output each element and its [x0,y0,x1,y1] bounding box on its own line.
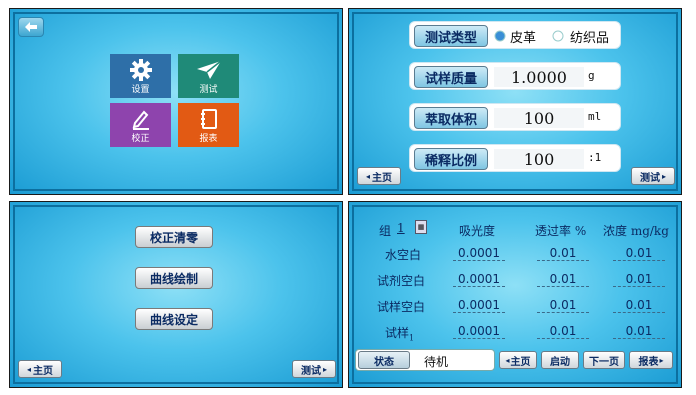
volume-label[interactable]: 萃取体积 [414,107,488,129]
volume-row: 萃取体积 100 ml [409,103,621,131]
zero-calibration-button[interactable]: 校正清零 [135,226,213,248]
transmittance-value: 0.01 [537,272,589,287]
sample-label: 试样 [385,326,410,340]
home-button[interactable]: ◂ 主页 [18,360,62,378]
transmittance-value: 0.01 [537,246,589,261]
radio-leather[interactable] [494,30,506,42]
notebook-icon [200,109,217,129]
home-button-label: 主页 [372,172,392,184]
tile-test-label: 测试 [199,85,218,95]
next-page-button[interactable]: 下一页 [583,351,625,369]
option-textile: 纺织品 [570,31,610,46]
transmittance-value: 0.01 [537,324,589,339]
concentration-value: 0.01 [613,272,665,287]
test-button[interactable]: 测试 ▸ [631,167,675,185]
test-panel: 组 1 ▦ 吸光度 透过率 % 浓度 mg/kg 水空白 0.0001 0.01… [348,201,682,388]
report-button-label: 报表 [638,356,659,368]
home-button[interactable]: ◂ 主页 [499,351,537,369]
mass-label[interactable]: 试样质量 [414,66,488,88]
tile-settings-label: 设置 [131,85,150,95]
concentration-value: 0.01 [613,298,665,313]
report-button[interactable]: 报表 ▸ [629,351,673,369]
header-concentration: 浓度 mg/kg [603,224,669,238]
row-label: 水空白 [385,248,422,262]
header-absorbance: 吸光度 [459,224,496,238]
home-button-label: 主页 [510,356,531,368]
keypad-icon[interactable]: ▦ [415,220,427,234]
left-arrow-icon: ◂ [26,364,31,374]
tile-settings[interactable]: 设置 [110,54,171,98]
row-label: 试样1 [385,324,414,342]
test-type-label[interactable]: 测试类型 [414,25,488,47]
row-label: 试剂空白 [377,274,426,288]
test-type-row: 测试类型 皮革 纺织品 [409,21,621,49]
mass-row: 试样质量 1.0000 g [409,62,621,90]
radio-textile[interactable] [552,30,564,42]
test-button-label: 测试 [639,172,660,184]
right-arrow-icon: ▸ [659,355,664,365]
mass-unit: g [588,69,595,82]
concentration-value: 0.01 [613,324,665,339]
row-label: 试样空白 [377,300,426,314]
pen-icon [132,110,149,130]
settings-panel: 测试类型 皮革 纺织品 试样质量 1.0000 g 萃取体积 100 ml 稀释… [348,8,682,195]
header-transmittance: 透过率 % [535,224,587,238]
paper-plane-icon [196,60,221,79]
absorbance-value: 0.0001 [453,272,505,287]
status-value: 待机 [424,355,449,369]
dilution-input[interactable]: 100 [494,149,584,169]
dilution-unit: :1 [588,151,602,164]
tile-test[interactable]: 测试 [178,54,239,98]
curve-plot-button[interactable]: 曲线绘制 [135,267,213,289]
curve-settings-button[interactable]: 曲线设定 [135,308,213,330]
tile-report-label: 报表 [199,134,218,144]
absorbance-value: 0.0001 [453,324,505,339]
absorbance-value: 0.0001 [453,298,505,313]
status-label: 状态 [358,351,410,369]
calibration-panel: 校正清零 曲线绘制 曲线设定 ◂ 主页 测试 ▸ [9,201,343,388]
left-arrow-icon: ◂ [365,171,370,181]
tile-calibration-label: 校正 [131,134,150,144]
home-button-label: 主页 [33,365,53,377]
right-arrow-icon: ▸ [322,364,327,374]
home-panel: 设置 测试 校正 报表 [9,8,343,195]
group-label: 组 [379,224,392,238]
right-arrow-icon: ▸ [661,171,666,181]
test-button[interactable]: 测试 ▸ [292,360,336,378]
concentration-value: 0.01 [613,246,665,261]
group-value[interactable]: 1 [397,221,405,235]
start-button[interactable]: 启动 [541,351,579,369]
volume-input[interactable]: 100 [494,108,584,128]
dilution-label[interactable]: 稀释比例 [414,148,488,170]
test-button-label: 测试 [300,365,321,377]
mass-input[interactable]: 1.0000 [494,67,584,87]
option-leather: 皮革 [510,31,537,46]
tile-report[interactable]: 报表 [178,103,239,147]
home-button[interactable]: ◂ 主页 [357,167,401,185]
dilution-row: 稀释比例 100 :1 [409,144,621,172]
back-button[interactable] [18,17,44,37]
tile-calibration[interactable]: 校正 [110,103,171,147]
back-arrow-icon [25,22,37,32]
status-bar: 状态 待机 [355,349,495,371]
volume-unit: ml [588,110,602,123]
sample-index: 1 [409,333,415,343]
left-arrow-icon: ◂ [505,355,510,365]
transmittance-value: 0.01 [537,298,589,313]
absorbance-value: 0.0001 [453,246,505,261]
gear-icon [129,59,152,81]
